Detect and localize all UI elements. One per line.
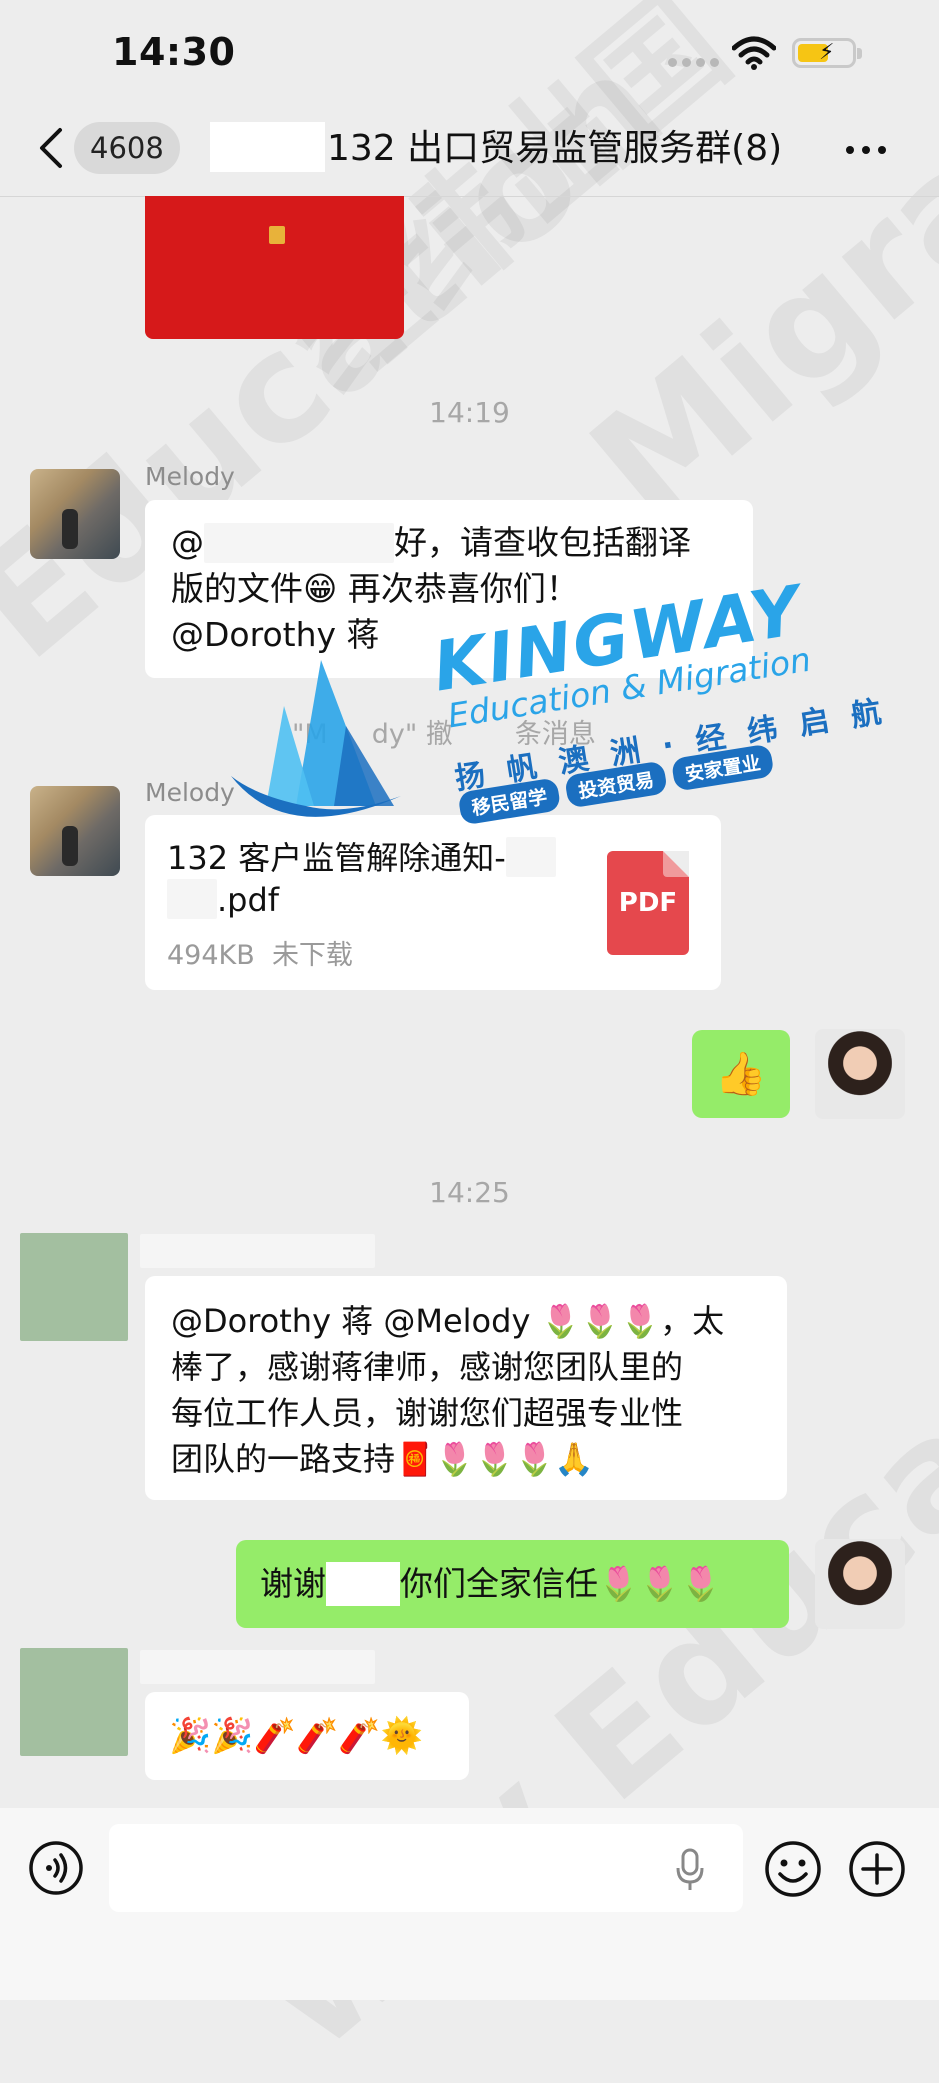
file-meta: 494KB 未下载 — [167, 933, 353, 972]
message-bubble[interactable]: @Dorothy 蒋 @Melody 🌷🌷🌷，太 棒了，感谢蒋律师，感谢您团队里… — [145, 1276, 787, 1500]
pdf-file-icon: PDF — [607, 851, 689, 955]
voice-icon[interactable] — [28, 1840, 84, 1896]
message-text: 👍 — [714, 1049, 768, 1098]
message-text: 你们全家信任🌷🌷🌷 — [400, 1564, 722, 1603]
avatar[interactable] — [20, 1233, 128, 1341]
chevron-left-icon[interactable] — [36, 126, 66, 170]
message-text: @ — [171, 523, 204, 562]
timestamp: 14:19 — [429, 396, 510, 429]
name-redaction — [326, 1562, 400, 1606]
unread-count-badge[interactable]: 4608 — [74, 122, 180, 174]
sender-name: Melody — [145, 778, 235, 807]
message-text: 棒了，感谢蒋律师，感谢您团队里的 — [171, 1348, 684, 1386]
avatar[interactable] — [30, 469, 120, 559]
status-time: 14:30 — [112, 30, 236, 74]
avatar[interactable] — [815, 1029, 905, 1119]
microphone-icon[interactable] — [675, 1848, 705, 1892]
file-name: 132 客户监管解除通知- .pdf — [167, 837, 587, 921]
more-icon[interactable] — [846, 146, 886, 154]
message-text: 团队的一路支持🧧🌷🌷🌷🙏 — [171, 1440, 595, 1478]
title-redaction — [210, 122, 325, 172]
message-input[interactable] — [109, 1824, 743, 1912]
message-bubble[interactable]: 谢谢 你们全家信任🌷🌷🌷 — [236, 1540, 789, 1628]
avatar[interactable] — [815, 1539, 905, 1629]
message-text: 🎉🎉🧨🧨🧨🌞 — [169, 1716, 424, 1756]
image-message[interactable] — [145, 196, 404, 339]
avatar[interactable] — [20, 1648, 128, 1756]
wifi-icon — [732, 36, 776, 70]
sender-name-redaction — [140, 1234, 375, 1268]
message-text: 每位工作人员，谢谢您们超强专业性 — [171, 1394, 684, 1432]
avatar[interactable] — [30, 786, 120, 876]
timestamp: 14:25 — [429, 1176, 510, 1209]
message-bubble[interactable]: 🎉🎉🧨🧨🧨🌞 — [145, 1692, 469, 1780]
mention-redaction — [204, 523, 394, 563]
battery-icon: ⚡ — [792, 38, 862, 68]
sail-logo-icon — [231, 660, 401, 817]
plus-icon[interactable] — [848, 1840, 906, 1898]
cellular-signal-icon — [668, 58, 719, 67]
title-divider — [0, 196, 939, 197]
message-text: 好，请查收包括翻译 — [394, 523, 691, 562]
message-text: @Dorothy 蒋 @Melody 🌷🌷🌷，太 — [171, 1302, 725, 1340]
sender-name-redaction — [140, 1650, 375, 1684]
file-size: 494KB — [167, 940, 255, 971]
emoji-icon[interactable] — [764, 1840, 822, 1898]
sender-name: Melody — [145, 462, 235, 491]
message-text: 谢谢 — [260, 1564, 326, 1603]
file-status: 未下载 — [271, 940, 353, 971]
chat-title: 132 出口贸易监管服务群(8) — [327, 128, 783, 169]
message-bubble[interactable]: 👍 — [692, 1030, 790, 1118]
